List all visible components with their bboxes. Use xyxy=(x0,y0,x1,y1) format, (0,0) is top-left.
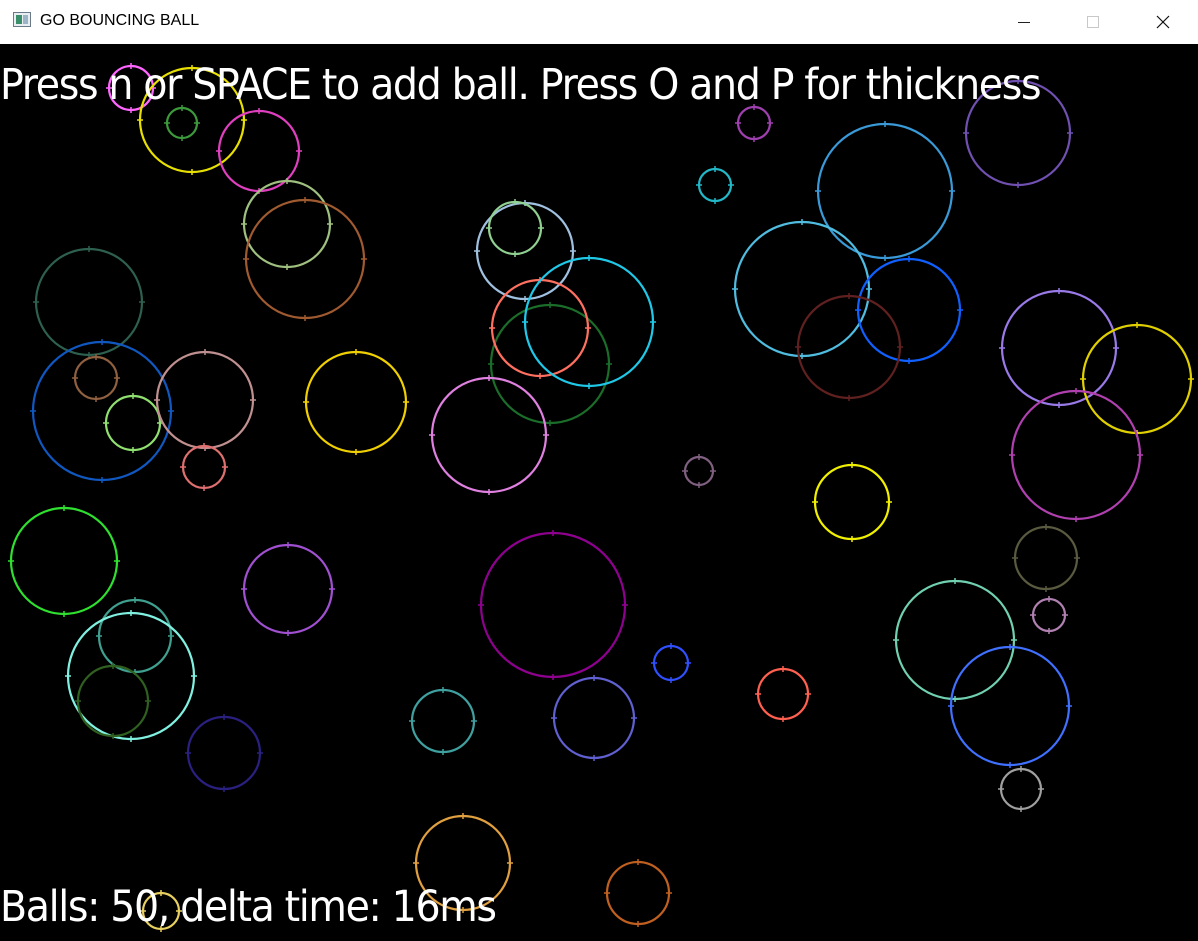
game-canvas[interactable]: Press n or SPACE to add ball. Press O an… xyxy=(0,44,1198,941)
ball xyxy=(551,675,637,761)
ball xyxy=(755,666,811,722)
ball xyxy=(75,663,151,739)
stats-text: Balls: 50, delta time: 16ms xyxy=(0,882,497,932)
ball xyxy=(478,530,628,680)
ball xyxy=(488,302,612,426)
ball xyxy=(1012,524,1080,592)
ball xyxy=(429,375,549,495)
ball xyxy=(1030,596,1068,634)
ball xyxy=(732,219,872,359)
ball xyxy=(303,349,409,455)
balls-layer xyxy=(8,63,1194,932)
ball xyxy=(30,339,174,483)
ball xyxy=(164,105,200,141)
ball xyxy=(8,505,120,617)
maximize-button[interactable] xyxy=(1058,0,1128,44)
instructions-text: Press n or SPACE to add ball. Press O an… xyxy=(0,60,1042,110)
ball xyxy=(72,354,120,402)
ball xyxy=(185,714,263,792)
ball xyxy=(1009,388,1143,522)
ball xyxy=(855,256,963,364)
ball xyxy=(812,462,892,542)
ball xyxy=(815,121,955,261)
minimize-button[interactable] xyxy=(989,0,1059,44)
ball xyxy=(522,255,656,389)
ball xyxy=(604,859,672,927)
ball xyxy=(1080,322,1194,436)
ball xyxy=(795,293,903,401)
ball xyxy=(180,443,228,491)
ball xyxy=(682,454,716,488)
close-button[interactable] xyxy=(1128,0,1198,44)
title-bar[interactable]: GO BOUNCING BALL xyxy=(0,0,1198,44)
ball xyxy=(33,246,145,358)
ball xyxy=(651,643,691,683)
ball xyxy=(696,166,734,204)
ball xyxy=(486,199,544,257)
ball xyxy=(96,597,174,675)
close-icon xyxy=(1156,15,1170,29)
app-window-icon xyxy=(13,12,31,27)
maximize-icon xyxy=(1087,16,1099,28)
ball xyxy=(409,687,477,755)
ball xyxy=(999,288,1119,408)
ball xyxy=(241,542,335,636)
window-title: GO BOUNCING BALL xyxy=(40,12,200,29)
minimize-icon xyxy=(1018,21,1030,23)
ball xyxy=(998,766,1044,812)
ball xyxy=(103,393,163,453)
